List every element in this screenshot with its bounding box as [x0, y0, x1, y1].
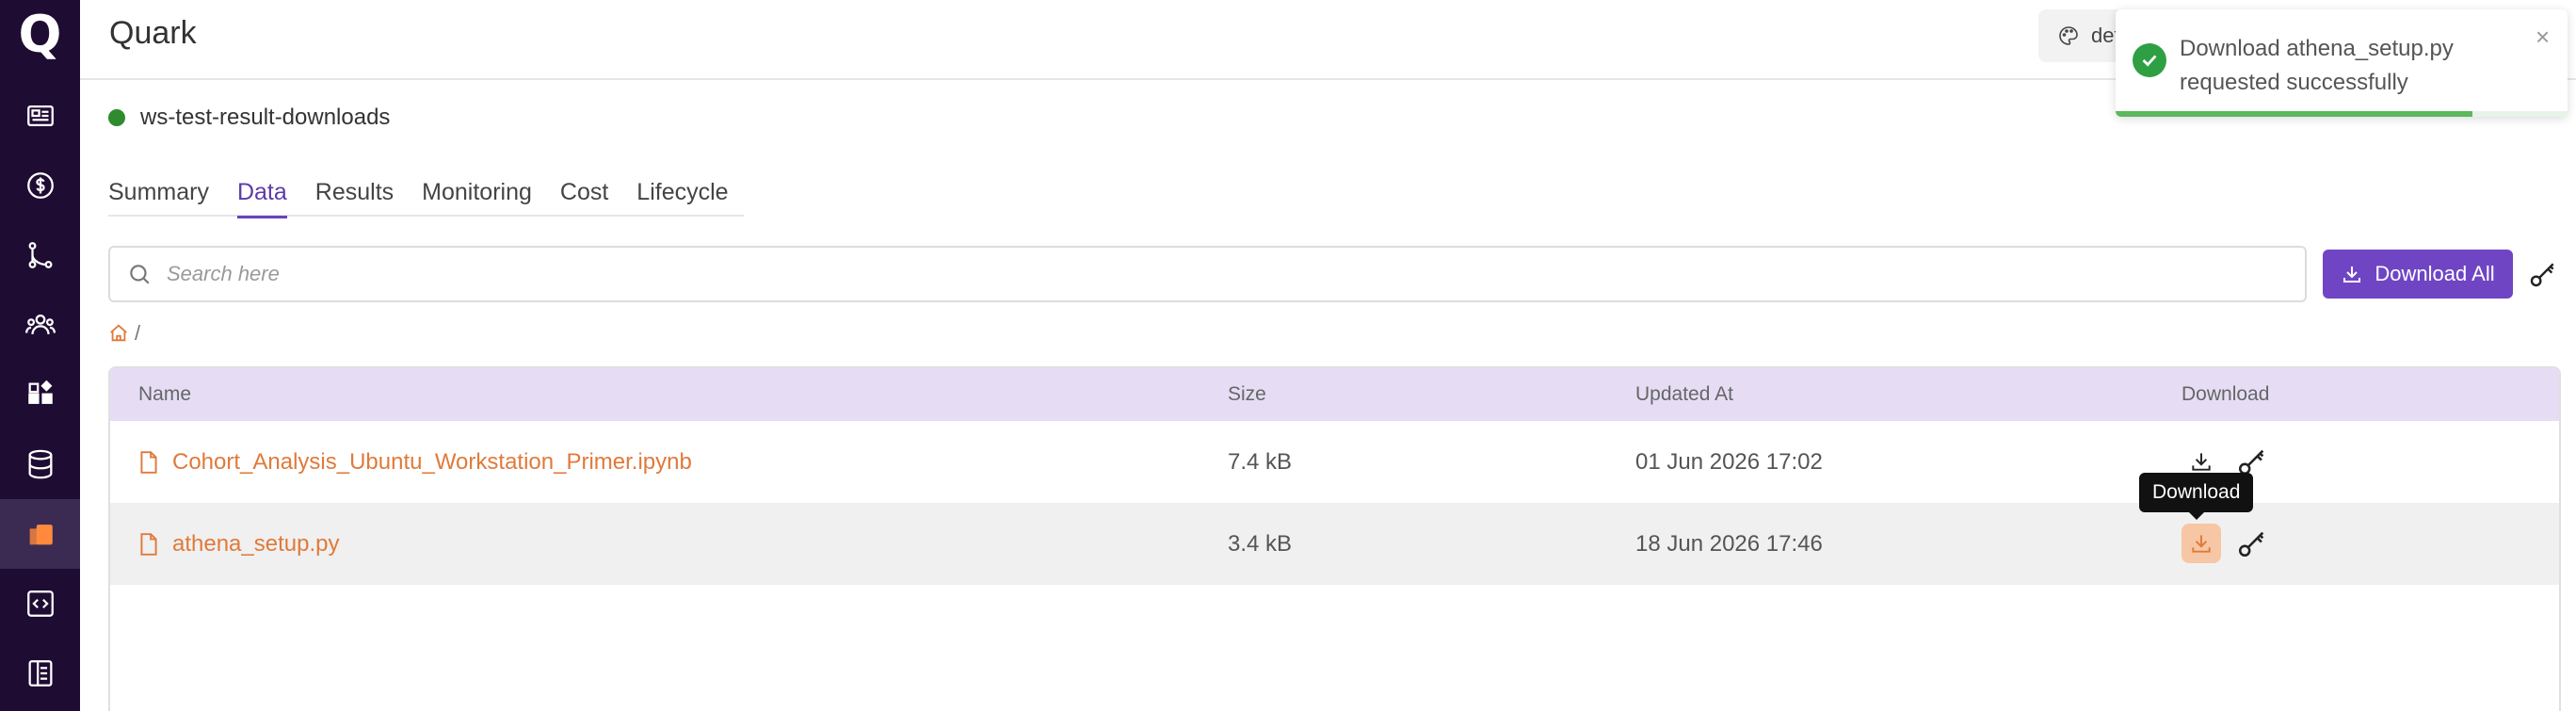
newspaper-icon [26, 105, 54, 127]
close-icon[interactable]: × [2536, 23, 2550, 52]
file-icon [140, 532, 157, 556]
files-table: Name Size Updated At Download Cohort_Ana… [108, 366, 2561, 711]
column-header-updated[interactable]: Updated At [1635, 383, 1733, 406]
column-header-download: Download [2182, 383, 2270, 405]
sidebar-item-code[interactable] [0, 569, 80, 638]
file-link[interactable]: athena_setup.py [172, 531, 339, 557]
column-header-size[interactable]: Size [1228, 383, 1266, 406]
dollar-icon [26, 172, 54, 199]
file-name-cell: Cohort_Analysis_Ubuntu_Workstation_Prime… [138, 421, 692, 503]
download-tooltip: Download [2139, 473, 2254, 520]
sidebar-item-tables[interactable] [0, 638, 80, 708]
download-icon [2192, 535, 2211, 553]
file-link[interactable]: Cohort_Analysis_Ubuntu_Workstation_Prime… [172, 449, 692, 476]
home-icon[interactable] [108, 323, 129, 344]
download-all-button[interactable]: Download All [2323, 250, 2513, 299]
toast-progress-track [2116, 111, 2568, 117]
search-bar [108, 246, 2307, 302]
download-icon [2343, 267, 2361, 283]
download-all-label: Download All [2375, 262, 2495, 285]
file-size: 7.4 kB [1228, 448, 1293, 475]
file-updated-at: 01 Jun 2026 17:02 [1635, 448, 1823, 475]
database-icon [28, 449, 52, 479]
search-icon [130, 265, 150, 284]
download-file-button[interactable] [2182, 524, 2221, 563]
tab-lifecycle[interactable]: Lifecycle [636, 175, 728, 217]
tab-cost[interactable]: Cost [560, 175, 608, 217]
success-toast: Download athena_setup.py requested succe… [2116, 9, 2568, 117]
workspace-status-dot [108, 109, 125, 126]
file-size: 3.4 kB [1228, 530, 1293, 557]
tab-monitoring[interactable]: Monitoring [422, 175, 532, 217]
tab-summary[interactable]: Summary [108, 175, 209, 217]
sidebar-item-news[interactable] [0, 81, 80, 151]
key-icon[interactable] [2528, 259, 2558, 289]
code-icon [26, 590, 54, 617]
file-icon [140, 450, 157, 474]
sidebar: Q [0, 0, 80, 711]
workspace-header: ws-test-result-downloads [108, 102, 390, 134]
key-icon[interactable] [2236, 527, 2268, 559]
toast-message: Download athena_setup.py requested succe… [2180, 36, 2454, 95]
download-icon [2192, 453, 2211, 471]
tab-bar: Summary Data Results Monitoring Cost Lif… [108, 175, 744, 218]
toast-progress-bar [2116, 111, 2473, 117]
app-logo[interactable]: Q [0, 0, 80, 70]
search-input[interactable] [167, 262, 2238, 286]
column-header-name[interactable]: Name [138, 383, 191, 406]
page-title: Quark [109, 15, 197, 51]
table-header: Name Size Updated At Download [110, 368, 2559, 421]
check-circle-icon [2133, 43, 2166, 77]
workspace-name: ws-test-result-downloads [140, 105, 391, 130]
sidebar-item-cost[interactable] [0, 151, 80, 220]
palette-icon [2059, 26, 2078, 45]
tab-data[interactable]: Data [236, 175, 287, 218]
files-icon [29, 525, 53, 545]
logo-letter: Q [18, 5, 62, 64]
tab-results[interactable]: Results [315, 175, 394, 217]
sidebar-item-teams[interactable] [0, 290, 80, 360]
breadcrumb-separator: / [135, 321, 141, 345]
sidebar-item-data[interactable] [0, 429, 80, 499]
sidebar-item-files[interactable] [0, 499, 80, 569]
widgets-icon [27, 380, 53, 404]
table-icon [28, 660, 52, 687]
team-icon [24, 314, 56, 335]
file-updated-at: 18 Jun 2026 17:46 [1635, 530, 1823, 557]
sidebar-item-workflows[interactable] [0, 220, 80, 290]
file-name-cell: athena_setup.py [138, 503, 339, 585]
workflow-icon [28, 242, 52, 268]
breadcrumb: / [108, 320, 140, 347]
sidebar-item-apps[interactable] [0, 360, 80, 429]
